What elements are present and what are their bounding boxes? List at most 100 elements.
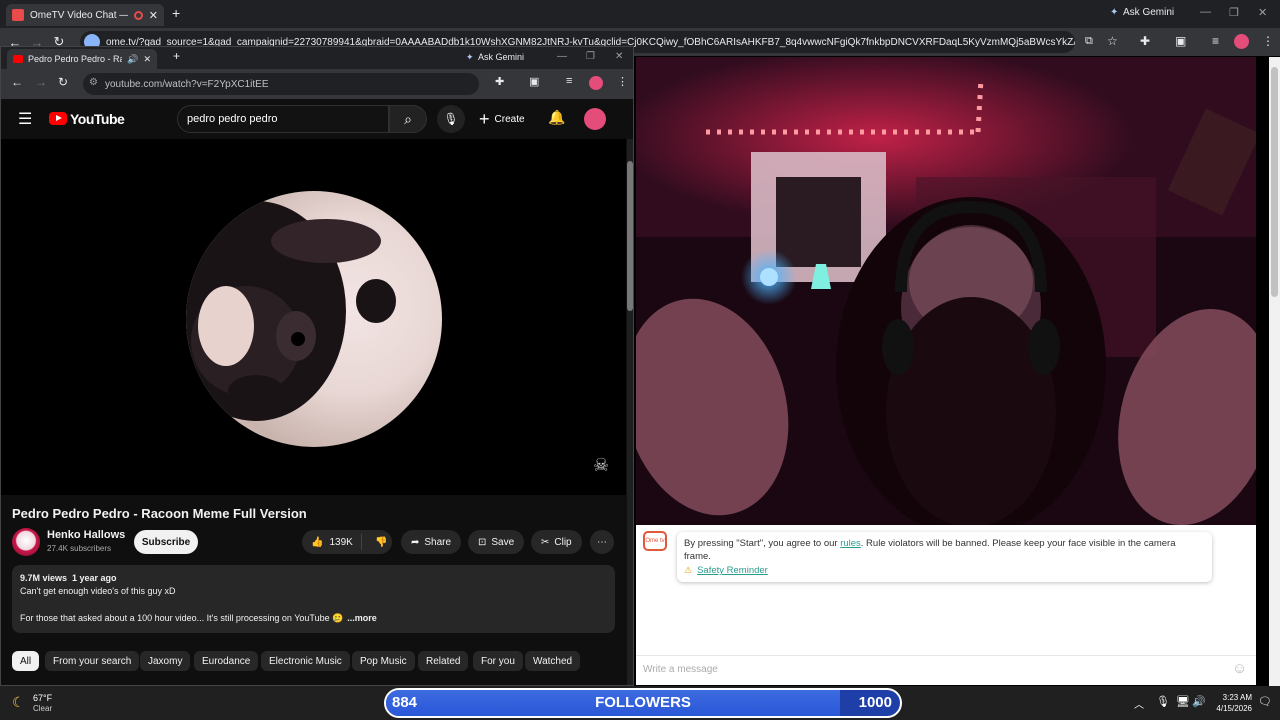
more-link[interactable]: ...more: [347, 613, 377, 624]
close-window-button[interactable]: ✕: [1258, 6, 1267, 19]
maximize-button[interactable]: ❐: [1229, 6, 1239, 19]
hamburger-menu-icon[interactable]: ☰: [18, 109, 32, 129]
youtube-favicon-icon: [13, 55, 23, 63]
inner-close-window-button[interactable]: ✕: [615, 51, 623, 62]
inner-gemini-icon: ✦: [466, 52, 474, 62]
inner-minimize-button[interactable]: —: [557, 51, 567, 62]
notice-prefix: By pressing "Start", you agree to our: [684, 538, 841, 549]
minimize-button[interactable]: —: [1200, 6, 1211, 18]
inner-screenshot-icon[interactable]: ▣: [529, 75, 539, 88]
close-tab-icon[interactable]: ✕: [149, 9, 158, 22]
followers-goal: 1000: [858, 694, 892, 711]
chip-from-your-search[interactable]: From your search: [45, 651, 140, 671]
share-icon: ➦: [411, 536, 420, 548]
description-line-2-row: For those that asked about a 100 hour vi…: [20, 613, 377, 624]
yt-scrollbar[interactable]: [627, 139, 633, 685]
thumbs-up-icon: 👍: [311, 536, 324, 548]
chip-eurodance[interactable]: Eurodance: [194, 651, 259, 671]
scissors-icon: ✂: [541, 536, 550, 548]
chip-watched[interactable]: Watched: [525, 651, 581, 671]
inner-new-tab-button[interactable]: +: [173, 49, 180, 63]
inner-media-icon[interactable]: ≡: [566, 75, 572, 87]
save-button[interactable]: ⊡ Save: [468, 530, 525, 554]
clip-button[interactable]: ✂ Clip: [531, 530, 582, 554]
create-button[interactable]: + Create: [479, 105, 525, 133]
media-icon[interactable]: ≡: [1212, 34, 1219, 48]
chip-for-you[interactable]: For you: [473, 651, 523, 671]
inner-forward-icon[interactable]: →: [35, 75, 47, 89]
inner-browser-window: Pedro Pedro Pedro - Racoo 🔊 ✕ + ✦ Ask Ge…: [0, 46, 634, 686]
chip-related[interactable]: Related: [418, 651, 469, 671]
extensions-icon[interactable]: ✚: [1140, 34, 1150, 48]
more-actions-button[interactable]: ⋯: [590, 530, 614, 554]
inner-extensions-icon[interactable]: ✚: [495, 75, 504, 88]
inner-profile-avatar[interactable]: [589, 76, 603, 90]
clip-label: Clip: [554, 536, 572, 548]
moon-weather-icon[interactable]: ☾: [12, 694, 25, 711]
outer-tab-ometv[interactable]: OmeTV Video Chat — Ome ✕: [6, 4, 164, 26]
description-line-1: Can't get enough video's of this guy xD: [20, 586, 176, 596]
safety-reminder-link[interactable]: Safety Reminder: [697, 564, 768, 577]
tray-chevron-icon[interactable]: ︿: [1134, 696, 1144, 711]
message-input[interactable]: Write a message: [643, 664, 718, 675]
gemini-icon: ✦: [1110, 7, 1119, 18]
inner-maximize-button[interactable]: ❐: [586, 51, 595, 62]
screenshot-icon[interactable]: ▣: [1175, 34, 1186, 48]
clock-date[interactable]: 4/15/2026: [1210, 704, 1252, 713]
ask-gemini-button[interactable]: Ask Gemini: [1123, 7, 1174, 18]
chip-electronic-music[interactable]: Electronic Music: [261, 651, 350, 671]
plus-icon: +: [479, 108, 490, 129]
menu-kebab-icon[interactable]: ⋮: [1262, 34, 1274, 48]
close-inner-tab-icon[interactable]: ✕: [143, 54, 151, 65]
microphone-icon[interactable]: 🎙: [437, 105, 465, 133]
dislike-button[interactable]: 👎: [367, 537, 387, 548]
chip-all[interactable]: All: [12, 651, 40, 671]
inner-ask-gemini-button[interactable]: Ask Gemini: [478, 52, 524, 62]
like-dislike-group: 👍 139K 👎: [302, 530, 392, 554]
chip-pop-music[interactable]: Pop Music: [352, 651, 415, 671]
video-stats: 9.7M views 1 year ago: [20, 573, 117, 583]
cast-icon[interactable]: ⧉: [1085, 35, 1093, 48]
channel-name[interactable]: Henko Hallows: [47, 529, 125, 541]
youtube-logo-text[interactable]: YouTube: [70, 111, 125, 127]
mic-tray-icon[interactable]: 🎙: [1156, 695, 1170, 708]
subscribe-button[interactable]: Subscribe: [134, 530, 198, 554]
inner-reload-icon[interactable]: ↻: [58, 75, 68, 89]
bookmark-star-icon[interactable]: ☆: [1107, 34, 1118, 48]
chip-jaxomy[interactable]: Jaxomy: [140, 651, 191, 671]
inner-back-icon[interactable]: ←: [11, 75, 23, 89]
volume-icon[interactable]: 🔊: [1192, 695, 1206, 708]
thumbs-down-icon: 👎: [375, 536, 388, 548]
outer-tab-title: OmeTV Video Chat — Ome: [30, 9, 128, 21]
share-button[interactable]: ➦ Share: [401, 530, 462, 554]
youtube-search-input[interactable]: pedro pedro pedro: [177, 105, 389, 133]
profile-avatar[interactable]: [1234, 34, 1249, 49]
rules-link[interactable]: rules: [840, 538, 861, 549]
subscriber-count: 27.4K subscribers: [47, 544, 112, 553]
notification-icon[interactable]: 🗨: [1258, 695, 1272, 708]
notifications-bell-icon[interactable]: 🔔: [548, 109, 565, 126]
inner-address-bar[interactable]: ⚙ youtube.com/watch?v=F2YpXC1itEE: [83, 73, 479, 95]
tune-icon[interactable]: ⚙: [89, 77, 98, 88]
youtube-logo-icon[interactable]: [49, 112, 67, 125]
search-value: pedro pedro pedro: [187, 113, 278, 125]
ometv-scrollbar[interactable]: [1269, 57, 1280, 686]
inner-menu-icon[interactable]: ⋮: [617, 75, 628, 88]
channel-watermark-icon[interactable]: ☠: [593, 455, 609, 476]
like-count: 139K: [329, 536, 353, 548]
new-tab-button[interactable]: +: [172, 5, 180, 21]
inner-url: youtube.com/watch?v=F2YpXC1itEE: [105, 78, 269, 90]
like-button[interactable]: 👍 139K: [302, 534, 362, 550]
more-horizontal-icon: ⋯: [597, 536, 607, 548]
clock-time[interactable]: 3:23 AM: [1216, 693, 1252, 702]
audio-icon[interactable]: 🔊: [127, 54, 138, 65]
rules-notice: By pressing "Start", you agree to our ru…: [677, 532, 1212, 582]
search-button[interactable]: ⌕: [389, 105, 427, 133]
network-icon[interactable]: 🖥: [1176, 695, 1190, 708]
youtube-avatar[interactable]: [584, 108, 606, 130]
inner-tab-youtube[interactable]: Pedro Pedro Pedro - Racoo 🔊 ✕: [7, 49, 157, 69]
description-box[interactable]: 9.7M views 1 year ago Can't get enough v…: [12, 565, 615, 633]
emoji-icon[interactable]: ☺: [1232, 660, 1247, 677]
channel-avatar[interactable]: [12, 528, 40, 556]
temperature[interactable]: 67°F: [33, 693, 52, 703]
